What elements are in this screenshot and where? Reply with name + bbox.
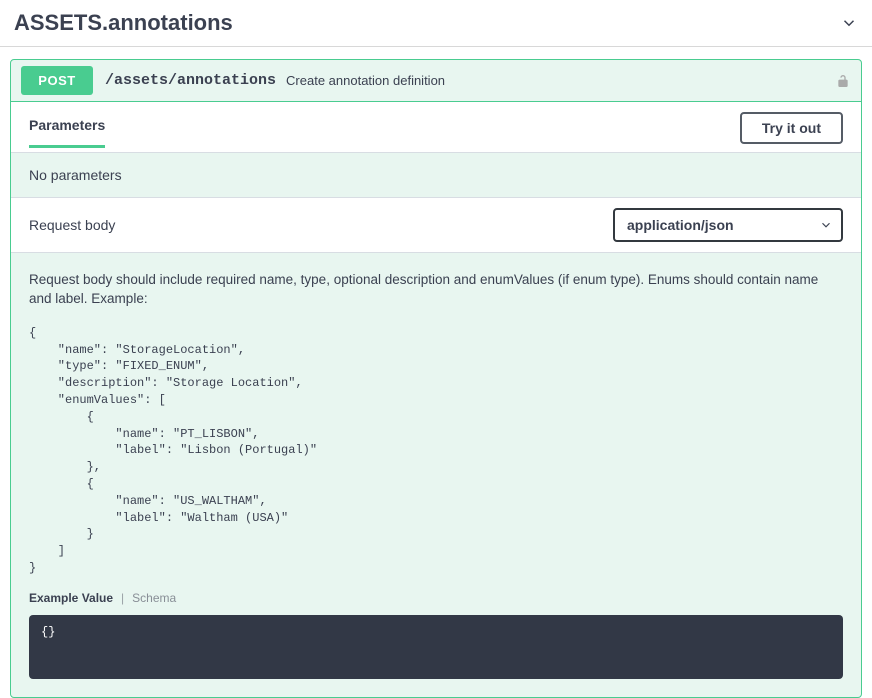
- tab-parameters[interactable]: Parameters: [29, 117, 105, 148]
- operation-block: POST /assets/annotations Create annotati…: [10, 59, 862, 698]
- parameters-header-row: Parameters Try it out: [11, 102, 861, 153]
- request-body-header: Request body application/json: [11, 197, 861, 253]
- request-body-example: { "name": "StorageLocation", "type": "FI…: [11, 315, 861, 587]
- operation-summary-text: Create annotation definition: [286, 73, 835, 88]
- request-body-label: Request body: [29, 217, 115, 233]
- no-parameters-text: No parameters: [11, 153, 861, 197]
- example-value-body[interactable]: {}: [29, 615, 843, 679]
- request-body-description: Request body should include required nam…: [11, 253, 861, 315]
- unlock-icon[interactable]: [835, 73, 851, 89]
- try-it-out-button[interactable]: Try it out: [740, 112, 843, 144]
- operation-summary[interactable]: POST /assets/annotations Create annotati…: [11, 60, 861, 102]
- section-header[interactable]: ASSETS.annotations: [0, 0, 872, 47]
- example-schema-tabs: Example Value | Schema: [11, 587, 861, 615]
- section-title: ASSETS.annotations: [14, 10, 233, 36]
- tab-separator: |: [121, 591, 124, 605]
- tab-example-value[interactable]: Example Value: [29, 591, 113, 605]
- content-type-select-wrap: application/json: [613, 208, 843, 242]
- content-type-select[interactable]: application/json: [613, 208, 843, 242]
- tab-schema[interactable]: Schema: [132, 591, 176, 605]
- chevron-down-icon: [840, 14, 858, 32]
- http-method-badge: POST: [21, 66, 93, 95]
- operation-path: /assets/annotations: [105, 72, 276, 89]
